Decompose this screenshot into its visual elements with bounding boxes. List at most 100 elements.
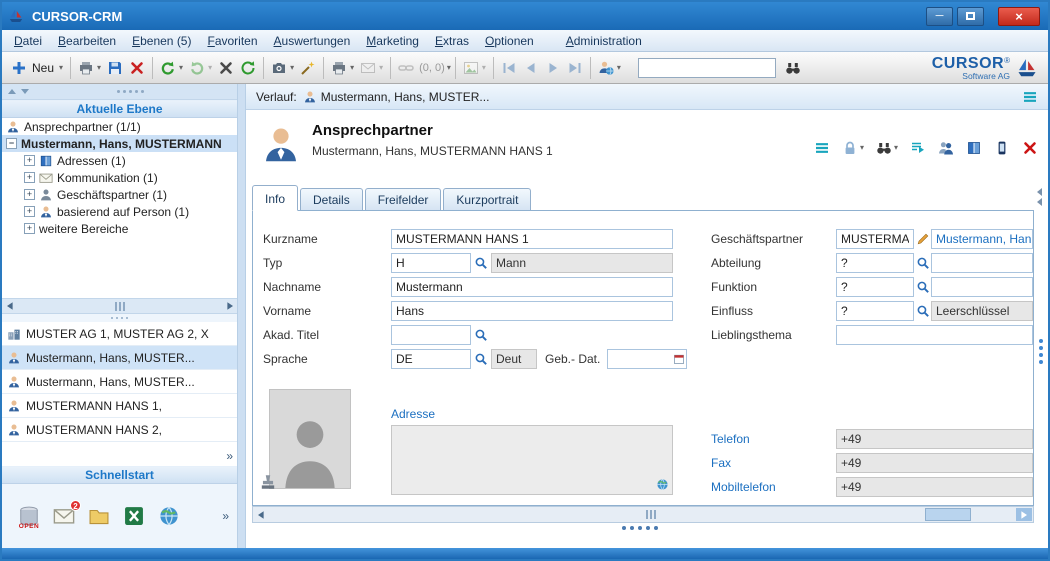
scroll-up-icon[interactable] — [8, 89, 16, 94]
scroll-right-icon[interactable] — [222, 299, 237, 313]
akad-titel-lookup-button[interactable] — [474, 327, 489, 343]
global-search-button[interactable]: ▾ — [595, 57, 624, 79]
geschaeftspartner-link[interactable]: Mustermann, Han — [936, 232, 1031, 246]
quickstart-more-button[interactable]: » — [222, 510, 229, 522]
menu-item-datei[interactable]: Datei — [6, 31, 50, 51]
typ-lookup-button[interactable] — [474, 255, 489, 271]
nav-prev-button[interactable] — [520, 57, 542, 79]
scrollbar-thumb[interactable] — [925, 508, 971, 521]
list-item[interactable]: Mustermann, Hans, MUSTER... — [2, 346, 237, 370]
funktion-lookup-button[interactable] — [916, 279, 931, 295]
drag-handle-icon[interactable] — [117, 90, 144, 93]
kurzname-input[interactable] — [391, 229, 673, 249]
geschaeftspartner-input[interactable] — [836, 229, 914, 249]
image-button[interactable]: ▾ — [460, 57, 489, 79]
toolbar-search-input[interactable] — [638, 58, 776, 78]
menu-item-auswertungen[interactable]: Auswertungen — [266, 31, 359, 51]
record-search-button[interactable] — [876, 140, 892, 156]
telefon-label[interactable]: Telefon — [711, 432, 750, 446]
lock-button[interactable] — [842, 140, 858, 156]
contacts-button[interactable] — [938, 140, 954, 156]
mobiltelefon-label[interactable]: Mobiltelefon — [711, 480, 776, 494]
close-record-button[interactable] — [1022, 140, 1038, 156]
tab-freifelder[interactable]: Freifelder — [365, 188, 442, 210]
tree-horizontal-scrollbar[interactable] — [2, 298, 237, 314]
einfluss-lookup-button[interactable] — [916, 303, 931, 319]
menu-item-hilfe[interactable] — [542, 38, 558, 44]
splitter-grip-icon[interactable] — [1039, 339, 1043, 364]
tree-item-mustermann[interactable]: Mustermann, Hans, MUSTERMANN — [2, 135, 237, 152]
tree-item-ansprechpartner[interactable]: Ansprechpartner (1/1) — [2, 118, 237, 135]
maximize-button[interactable] — [957, 7, 984, 26]
vertical-splitter[interactable] — [238, 84, 246, 548]
search-button[interactable] — [782, 57, 804, 79]
scroll-down-icon[interactable] — [21, 89, 29, 94]
splitter-handle-icon[interactable] — [2, 314, 237, 322]
menu-item-marketing[interactable]: Marketing — [358, 31, 427, 51]
typ-input[interactable] — [391, 253, 471, 273]
nachname-input[interactable] — [391, 277, 673, 297]
record-menu-button[interactable] — [814, 140, 830, 156]
vorname-input[interactable] — [391, 301, 673, 321]
nav-last-button[interactable] — [564, 57, 586, 79]
tree-item-kommunikation[interactable]: Kommunikation (1) — [2, 169, 237, 186]
undo-button[interactable]: ▾ — [157, 57, 186, 79]
calendar-icon[interactable] — [673, 353, 685, 365]
einfluss-input[interactable] — [836, 301, 914, 321]
expand-icon[interactable] — [24, 172, 35, 183]
print-list-button[interactable]: ▾ — [328, 57, 357, 79]
adresse-link[interactable]: Adresse — [391, 407, 435, 421]
new-button[interactable]: Neu ▾ — [8, 57, 66, 79]
list-more-button[interactable]: » — [226, 450, 233, 462]
print-button[interactable]: ▾ — [75, 57, 104, 79]
tree-item-geschaeftspartner[interactable]: Geschäftspartner (1) — [2, 186, 237, 203]
menu-item-favoriten[interactable]: Favoriten — [199, 31, 265, 51]
main-horizontal-scrollbar[interactable] — [252, 506, 1034, 523]
cancel-button[interactable] — [215, 57, 237, 79]
scrollbar-grip[interactable] — [115, 302, 125, 311]
tree-item-adressen[interactable]: Adressen (1) — [2, 152, 237, 169]
minimize-button[interactable]: ─ — [926, 7, 953, 26]
scroll-left-icon[interactable] — [2, 299, 17, 313]
akad-titel-input[interactable] — [391, 325, 471, 345]
expand-icon[interactable] — [24, 155, 35, 166]
collapse-left-icon[interactable] — [1037, 188, 1042, 206]
link-button[interactable] — [395, 57, 417, 79]
abteilung-input[interactable] — [836, 253, 914, 273]
quickstart-excel-button[interactable] — [123, 505, 145, 527]
collapse-expander-icon[interactable] — [6, 138, 17, 149]
save-button[interactable] — [104, 57, 126, 79]
address-book-button[interactable] — [966, 140, 982, 156]
expand-icon[interactable] — [24, 189, 35, 200]
sprache-lookup-button[interactable] — [474, 351, 489, 367]
menu-item-administration[interactable]: Administration — [558, 31, 650, 51]
snapshot-button[interactable]: ▾ — [268, 57, 297, 79]
menu-item-bearbeiten[interactable]: Bearbeiten — [50, 31, 124, 51]
nav-first-button[interactable] — [498, 57, 520, 79]
geschaeftspartner-link-field[interactable]: Mustermann, Han — [931, 229, 1033, 249]
phone-button[interactable] — [994, 140, 1010, 156]
refresh-button[interactable] — [237, 57, 259, 79]
wizard-button[interactable] — [297, 57, 319, 79]
list-item[interactable]: Mustermann, Hans, MUSTER... — [2, 370, 237, 394]
export-button[interactable] — [910, 140, 926, 156]
funktion-input[interactable] — [836, 277, 914, 297]
send-mail-button[interactable]: ▾ — [357, 57, 386, 79]
quickstart-open-database-button[interactable]: OPEN — [18, 505, 40, 527]
delete-button[interactable] — [126, 57, 148, 79]
quickstart-mail-button[interactable]: 2 — [53, 505, 75, 527]
abteilung-lookup-button[interactable] — [916, 255, 931, 271]
expand-icon[interactable] — [24, 223, 35, 234]
tab-details[interactable]: Details — [300, 188, 363, 210]
close-button[interactable]: × — [998, 7, 1040, 26]
fax-label[interactable]: Fax — [711, 456, 731, 470]
right-collapse-strip[interactable] — [1034, 184, 1048, 506]
sprache-input[interactable] — [391, 349, 471, 369]
panel-splitter-handle[interactable] — [246, 526, 1034, 530]
scroll-right-icon[interactable] — [1016, 508, 1032, 521]
expand-icon[interactable] — [24, 206, 35, 217]
list-item[interactable]: MUSTER AG 1, MUSTER AG 2, X — [2, 322, 237, 346]
redo-button[interactable]: ▾ — [186, 57, 215, 79]
scroll-left-icon[interactable] — [253, 508, 268, 522]
history-menu-button[interactable] — [1022, 89, 1038, 105]
